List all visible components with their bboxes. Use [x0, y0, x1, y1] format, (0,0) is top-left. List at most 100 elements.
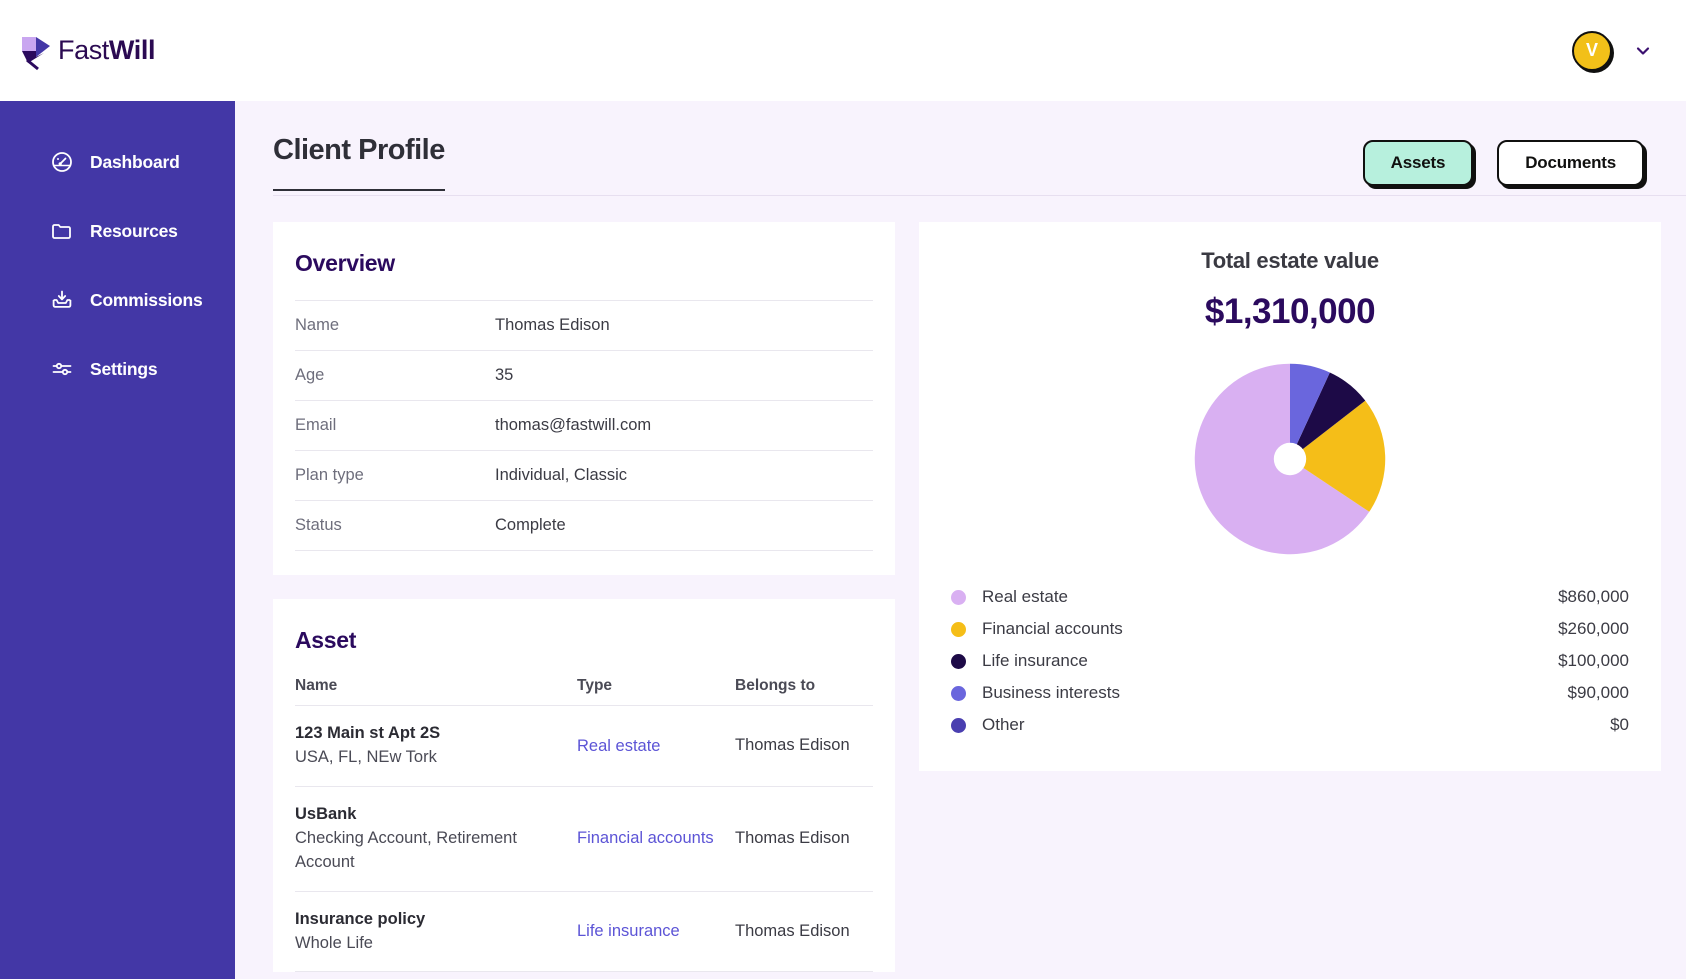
overview-title: Overview: [295, 250, 395, 276]
overview-card: Overview Name Thomas Edison Age 35 Email: [273, 222, 895, 575]
brand-text: FastWill: [58, 35, 155, 66]
folder-icon: [50, 219, 74, 243]
legend-row[interactable]: Real estate $860,000: [951, 581, 1629, 613]
asset-table: Name Type Belongs to 123 Main st Apt 2S …: [295, 677, 873, 973]
legend-color-dot: [951, 653, 966, 669]
legend-row[interactable]: Other $0: [951, 709, 1629, 741]
legend-value: $0: [1610, 715, 1629, 734]
brand-text-light: Fast: [58, 35, 109, 65]
header-actions: Assets Documents: [1362, 134, 1644, 186]
overview-table: Name Thomas Edison Age 35 Email thomas@f…: [295, 300, 873, 551]
legend-label: Real estate: [982, 587, 1068, 606]
asset-name-cell: UsBank Checking Account, Retirement Acco…: [295, 786, 577, 892]
content-columns: Overview Name Thomas Edison Age 35 Email: [235, 191, 1686, 973]
legend-label: Financial accounts: [982, 619, 1123, 638]
page-header: Client Profile Assets Documents: [235, 101, 1686, 196]
table-row: Status Complete: [295, 500, 873, 551]
asset-subtitle: Whole Life: [295, 933, 373, 952]
asset-type-cell: Financial accounts: [577, 786, 735, 892]
overview-key: Status: [295, 516, 342, 534]
tab-assets[interactable]: Assets: [1362, 140, 1474, 186]
speedometer-icon: [50, 150, 74, 174]
asset-type-cell: Life insurance: [577, 891, 735, 973]
table-header-row: Name Type Belongs to: [295, 677, 873, 706]
chevron-down-icon[interactable]: [1634, 42, 1652, 60]
table-row: Email thomas@fastwill.com: [295, 400, 873, 451]
asset-name-cell: Insurance policy Whole Life: [295, 891, 577, 973]
sidebar-item-resources[interactable]: Resources: [0, 208, 235, 254]
quill-feather-icon: [14, 29, 56, 73]
user-area: V: [1572, 30, 1652, 71]
legend-value: $860,000: [1558, 587, 1629, 606]
legend-row[interactable]: Life insurance $100,000: [951, 645, 1629, 677]
sidebar-item-label: Resources: [90, 220, 178, 241]
table-row: Age 35: [295, 350, 873, 401]
sidebar-item-commissions[interactable]: Commissions: [0, 277, 235, 323]
brand-logo[interactable]: FastWill: [14, 29, 155, 73]
asset-owner: Thomas Edison: [735, 891, 873, 973]
donut-hole: [1273, 442, 1307, 476]
avatar[interactable]: V: [1572, 30, 1612, 71]
brand-text-bold: Will: [108, 35, 156, 65]
legend-value: $260,000: [1558, 619, 1629, 638]
asset-type-link[interactable]: Life insurance: [577, 922, 680, 940]
legend-value: $90,000: [1567, 683, 1629, 702]
sidebar-item-label: Dashboard: [90, 151, 180, 172]
asset-type-cell: Real estate: [577, 705, 735, 787]
legend-value: $100,000: [1558, 651, 1629, 670]
asset-card: Asset Name Type Belongs to 123 Main st A…: [273, 599, 895, 973]
overview-value: Individual, Classic: [495, 466, 628, 484]
right-column: Total estate value $1,310,000 Real estat…: [919, 222, 1661, 972]
overview-value: thomas@fastwill.com: [495, 416, 652, 434]
sidebar-item-settings[interactable]: Settings: [0, 346, 235, 392]
sidebar: Dashboard Resources Commissions Settings: [0, 101, 235, 979]
left-column: Overview Name Thomas Edison Age 35 Email: [273, 222, 895, 973]
inbox-download-icon: [50, 288, 74, 312]
table-row: Plan type Individual, Classic: [295, 450, 873, 501]
sidebar-item-dashboard[interactable]: Dashboard: [0, 139, 235, 185]
asset-name: 123 Main st Apt 2S: [295, 724, 441, 742]
overview-value: 35: [495, 366, 514, 384]
tab-documents[interactable]: Documents: [1497, 140, 1644, 186]
asset-type-link[interactable]: Financial accounts: [577, 829, 714, 847]
legend-label: Life insurance: [982, 651, 1088, 670]
table-row: 123 Main st Apt 2S USA, FL, NEw Tork Rea…: [295, 705, 873, 787]
app-root: FastWill V Dashboard Resources Commissio…: [0, 0, 1686, 979]
asset-subtitle: USA, FL, NEw Tork: [295, 747, 437, 766]
sidebar-item-label: Settings: [90, 358, 158, 379]
asset-type-link[interactable]: Real estate: [577, 737, 660, 755]
donut-chart-wrap: [945, 359, 1635, 559]
column-header-belongs-to: Belongs to: [735, 677, 873, 706]
table-row: UsBank Checking Account, Retirement Acco…: [295, 786, 873, 892]
asset-name: Insurance policy: [295, 909, 426, 928]
main-content: Client Profile Assets Documents Overview…: [235, 101, 1686, 979]
overview-key: Name: [295, 316, 340, 334]
estate-chart-card: Total estate value $1,310,000 Real estat…: [919, 222, 1661, 771]
asset-name-cell: 123 Main st Apt 2S USA, FL, NEw Tork: [295, 705, 577, 787]
asset-owner: Thomas Edison: [735, 705, 873, 787]
column-header-type: Type: [577, 677, 735, 706]
legend-color-dot: [951, 717, 966, 733]
column-header-name: Name: [295, 677, 577, 706]
total-estate-value: $1,310,000: [1204, 292, 1376, 331]
asset-title: Asset: [295, 627, 357, 653]
chart-header: Total estate value $1,310,000: [945, 248, 1635, 332]
asset-owner: Thomas Edison: [735, 786, 873, 892]
legend-color-dot: [951, 685, 966, 701]
legend-color-dot: [951, 621, 966, 637]
legend-row[interactable]: Business interests $90,000: [951, 677, 1629, 709]
asset-name: UsBank: [295, 804, 357, 823]
header-divider: [273, 195, 1686, 196]
asset-subtitle: Checking Account, Retirement Account: [295, 828, 517, 871]
table-row: Insurance policy Whole Life Life insuran…: [295, 891, 873, 973]
overview-value: Complete: [495, 516, 566, 534]
top-bar: FastWill V: [0, 0, 1686, 101]
overview-value: Thomas Edison: [495, 316, 610, 334]
legend-label: Other: [982, 715, 1025, 734]
legend-row[interactable]: Financial accounts $260,000: [951, 613, 1629, 645]
page-title: Client Profile: [273, 134, 445, 191]
sliders-icon: [50, 357, 74, 381]
overview-key: Age: [295, 366, 325, 384]
legend-color-dot: [951, 589, 966, 605]
legend-label: Business interests: [982, 683, 1120, 702]
